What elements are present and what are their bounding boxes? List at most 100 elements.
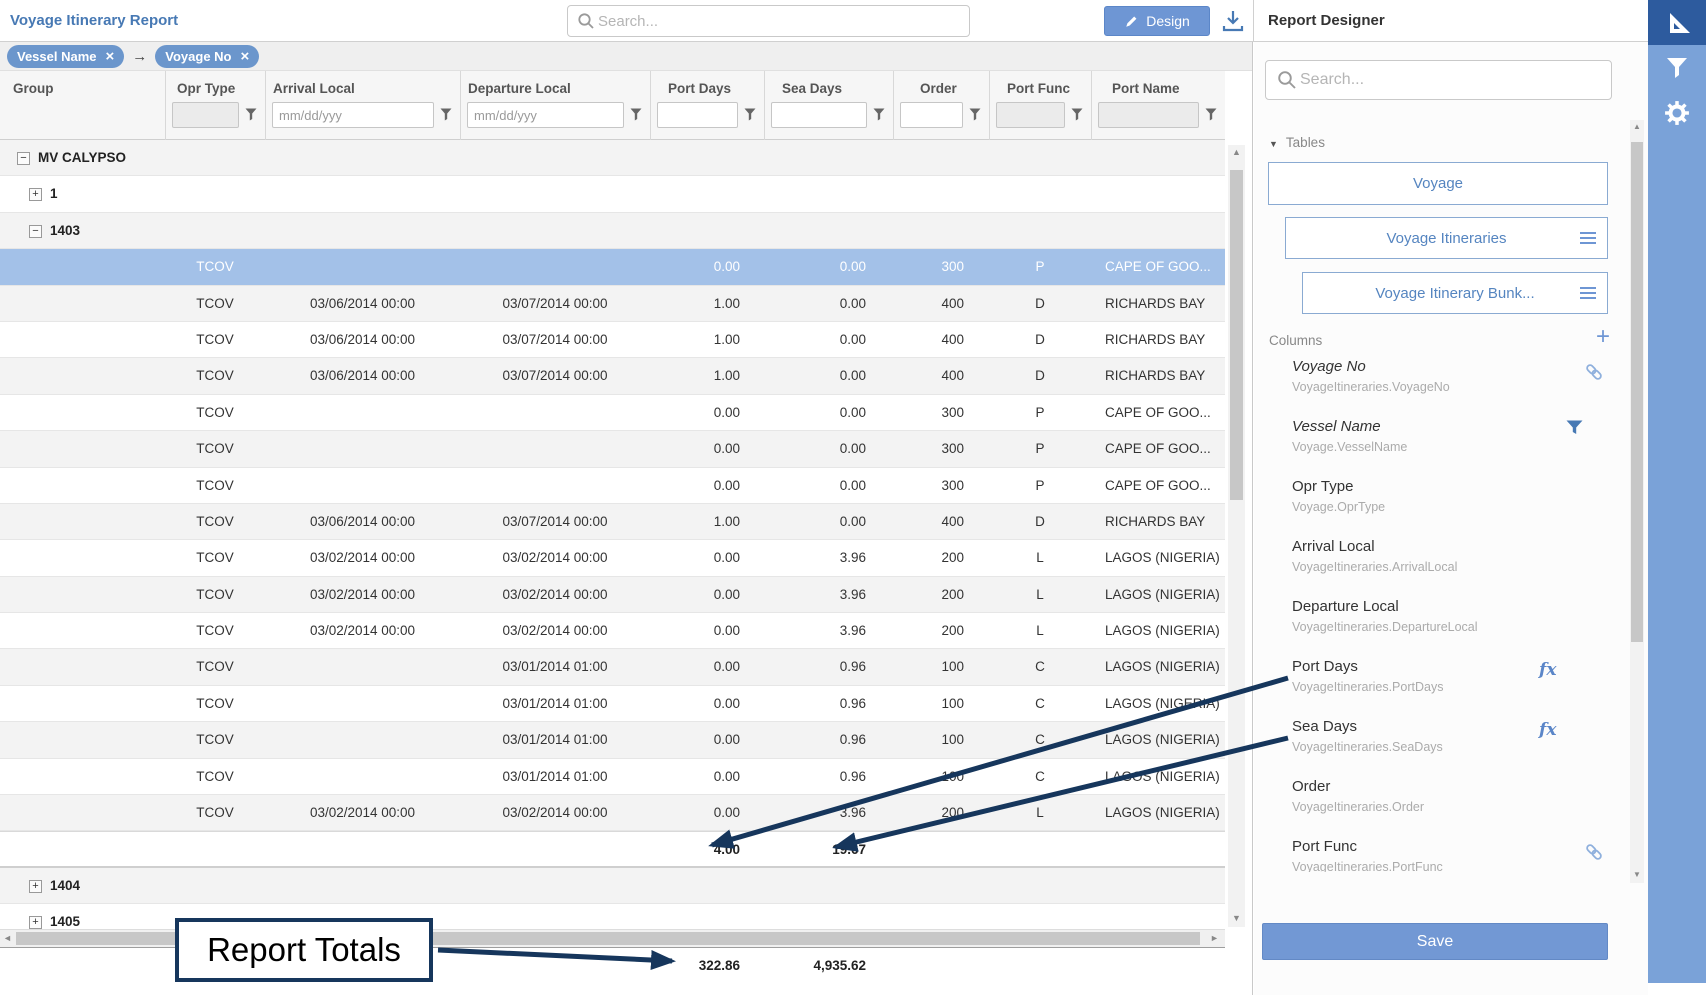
- designer-search-box[interactable]: [1265, 60, 1612, 100]
- collapse-triangle-icon[interactable]: ▼: [1269, 139, 1278, 149]
- filter-funnel-icon[interactable]: [440, 108, 452, 121]
- filter-input-departure[interactable]: [467, 102, 624, 128]
- expand-icon[interactable]: +: [29, 880, 42, 893]
- grid-data-row[interactable]: TCOV03/02/2014 00:0003/02/2014 00:000.00…: [0, 577, 1225, 613]
- add-column-icon[interactable]: +: [1596, 327, 1610, 347]
- grid-data-row[interactable]: TCOV0.000.00300PCAPE OF GOO...: [0, 395, 1225, 431]
- grid-data-row[interactable]: TCOV03/02/2014 00:0003/02/2014 00:000.00…: [0, 795, 1225, 831]
- designer-column-item[interactable]: Opr TypeVoyage.OprType: [1292, 478, 1592, 534]
- collapse-icon[interactable]: −: [29, 225, 42, 238]
- fx-formula-icon[interactable]: fx: [1539, 660, 1556, 680]
- scroll-down-icon[interactable]: ▼: [1232, 913, 1241, 923]
- grid-search-input[interactable]: [596, 12, 961, 31]
- column-header-order[interactable]: Order: [920, 81, 957, 96]
- column-header-group[interactable]: Group: [13, 81, 54, 96]
- filter-icon[interactable]: [1566, 420, 1583, 436]
- filter-funnel-seaDays[interactable]: [873, 108, 885, 121]
- save-button[interactable]: Save: [1262, 923, 1608, 960]
- grid-data-row[interactable]: TCOV03/06/2014 00:0003/07/2014 00:001.00…: [0, 322, 1225, 358]
- grid-data-row[interactable]: TCOV03/02/2014 00:0003/02/2014 00:000.00…: [0, 540, 1225, 576]
- link-icon[interactable]: [1582, 840, 1606, 864]
- design-ruler-tool[interactable]: [1648, 0, 1706, 45]
- scroll-up-icon[interactable]: ▲: [1633, 122, 1641, 131]
- scroll-up-icon[interactable]: ▲: [1232, 147, 1241, 157]
- vertical-scrollbar[interactable]: ▲ ▼: [1228, 145, 1245, 927]
- designer-column-item[interactable]: Voyage NoVoyageItineraries.VoyageNo: [1292, 358, 1592, 414]
- grid-subtotal-row[interactable]: 4.0019.67: [0, 831, 1225, 867]
- table-button-voyage[interactable]: Voyage: [1268, 162, 1608, 205]
- settings-tool[interactable]: [1648, 90, 1706, 135]
- designer-column-item[interactable]: Vessel NameVoyage.VesselName: [1292, 418, 1592, 474]
- grid-data-row[interactable]: TCOV03/02/2014 00:0003/02/2014 00:000.00…: [0, 613, 1225, 649]
- tables-section-header[interactable]: ▼Tables: [1269, 135, 1325, 150]
- scroll-left-icon[interactable]: ◄: [3, 933, 12, 943]
- designer-column-item[interactable]: Departure LocalVoyageItineraries.Departu…: [1292, 598, 1592, 654]
- designer-column-item[interactable]: OrderVoyageItineraries.Order: [1292, 778, 1592, 834]
- filter-funnel-opr[interactable]: [245, 108, 257, 121]
- filter-input-seaDays[interactable]: [771, 102, 867, 128]
- filter-funnel-portName[interactable]: [1205, 108, 1217, 121]
- table-button-voyage-itinerary-bunk-[interactable]: Voyage Itinerary Bunk...: [1302, 272, 1608, 314]
- filter-funnel-portDays[interactable]: [744, 108, 756, 121]
- filter-input-portDays[interactable]: [657, 102, 738, 128]
- designer-search-input[interactable]: [1298, 70, 1601, 90]
- table-button-voyage-itineraries[interactable]: Voyage Itineraries: [1285, 217, 1608, 259]
- filter-funnel-departure[interactable]: [630, 108, 642, 121]
- group-chip-vessel-name[interactable]: Vessel Name ×: [7, 45, 124, 68]
- grid-search-box[interactable]: [567, 5, 970, 37]
- column-header-portFunc[interactable]: Port Func: [1007, 81, 1070, 96]
- grid-data-row[interactable]: TCOV03/06/2014 00:0003/07/2014 00:001.00…: [0, 504, 1225, 540]
- column-header-opr[interactable]: Opr Type: [177, 81, 235, 96]
- group-chip-voyage-no[interactable]: Voyage No ×: [155, 45, 259, 68]
- grid-group-row[interactable]: −1403: [0, 213, 1225, 249]
- grid-group-row[interactable]: +1: [0, 176, 1225, 212]
- fx-formula-icon[interactable]: fx: [1539, 720, 1556, 740]
- remove-chip-icon[interactable]: ×: [106, 49, 115, 64]
- designer-scroll-thumb[interactable]: [1631, 142, 1643, 642]
- filter-input-arrival[interactable]: [272, 102, 434, 128]
- filter-funnel-icon[interactable]: [630, 108, 642, 121]
- filter-funnel-icon[interactable]: [1071, 108, 1083, 121]
- grid-group-row[interactable]: −MV CALYPSO: [0, 140, 1225, 176]
- filter-funnel-icon[interactable]: [245, 108, 257, 121]
- filter-funnel-icon[interactable]: [873, 108, 885, 121]
- filter-input-opr[interactable]: [172, 102, 239, 128]
- link-icon[interactable]: [1582, 360, 1606, 384]
- filter-funnel-icon[interactable]: [1205, 108, 1217, 121]
- designer-column-item[interactable]: Port FuncVoyageItineraries.PortFunc: [1292, 838, 1592, 872]
- filter-tool[interactable]: [1648, 45, 1706, 90]
- filter-funnel-arrival[interactable]: [440, 108, 452, 121]
- grid-data-row[interactable]: TCOV0.000.00300PCAPE OF GOO...: [0, 468, 1225, 504]
- expand-icon[interactable]: +: [29, 188, 42, 201]
- vscroll-thumb[interactable]: [1230, 170, 1243, 500]
- grid-data-row[interactable]: TCOV0.000.00300PCAPE OF GOO...: [0, 431, 1225, 467]
- grid-data-row[interactable]: TCOV03/01/2014 01:000.000.96100CLAGOS (N…: [0, 722, 1225, 758]
- column-header-portDays[interactable]: Port Days: [668, 81, 731, 96]
- grid-data-row[interactable]: TCOV03/06/2014 00:0003/07/2014 00:001.00…: [0, 358, 1225, 394]
- scroll-right-icon[interactable]: ►: [1210, 933, 1219, 943]
- filter-input-order[interactable]: [900, 102, 963, 128]
- designer-column-item[interactable]: Arrival LocalVoyageItineraries.ArrivalLo…: [1292, 538, 1592, 594]
- grid-data-row[interactable]: TCOV03/06/2014 00:0003/07/2014 00:001.00…: [0, 286, 1225, 322]
- filter-funnel-portFunc[interactable]: [1071, 108, 1083, 121]
- drag-handle-icon[interactable]: [1579, 231, 1597, 245]
- column-header-seaDays[interactable]: Sea Days: [782, 81, 842, 96]
- drag-handle-icon[interactable]: [1579, 286, 1597, 300]
- filter-funnel-icon[interactable]: [744, 108, 756, 121]
- grid-data-row[interactable]: TCOV03/01/2014 01:000.000.96100CLAGOS (N…: [0, 686, 1225, 722]
- column-header-portName[interactable]: Port Name: [1112, 81, 1180, 96]
- designer-scrollbar[interactable]: ▲ ▼: [1630, 120, 1644, 883]
- column-header-arrival[interactable]: Arrival Local: [273, 81, 355, 96]
- grid-group-row[interactable]: +1404: [0, 868, 1225, 904]
- collapse-icon[interactable]: −: [17, 152, 30, 165]
- grid-data-row[interactable]: TCOV03/01/2014 01:000.000.96100CLAGOS (N…: [0, 759, 1225, 795]
- filter-input-portName[interactable]: [1098, 102, 1199, 128]
- filter-input-portFunc[interactable]: [996, 102, 1065, 128]
- filter-funnel-icon[interactable]: [969, 108, 981, 121]
- filter-funnel-order[interactable]: [969, 108, 981, 121]
- download-icon[interactable]: [1220, 8, 1246, 34]
- grid-data-row[interactable]: TCOV0.000.00300PCAPE OF GOO...: [0, 249, 1225, 285]
- grid-data-row[interactable]: TCOV03/01/2014 01:000.000.96100CLAGOS (N…: [0, 649, 1225, 685]
- expand-icon[interactable]: +: [29, 916, 42, 929]
- remove-chip-icon[interactable]: ×: [241, 49, 250, 64]
